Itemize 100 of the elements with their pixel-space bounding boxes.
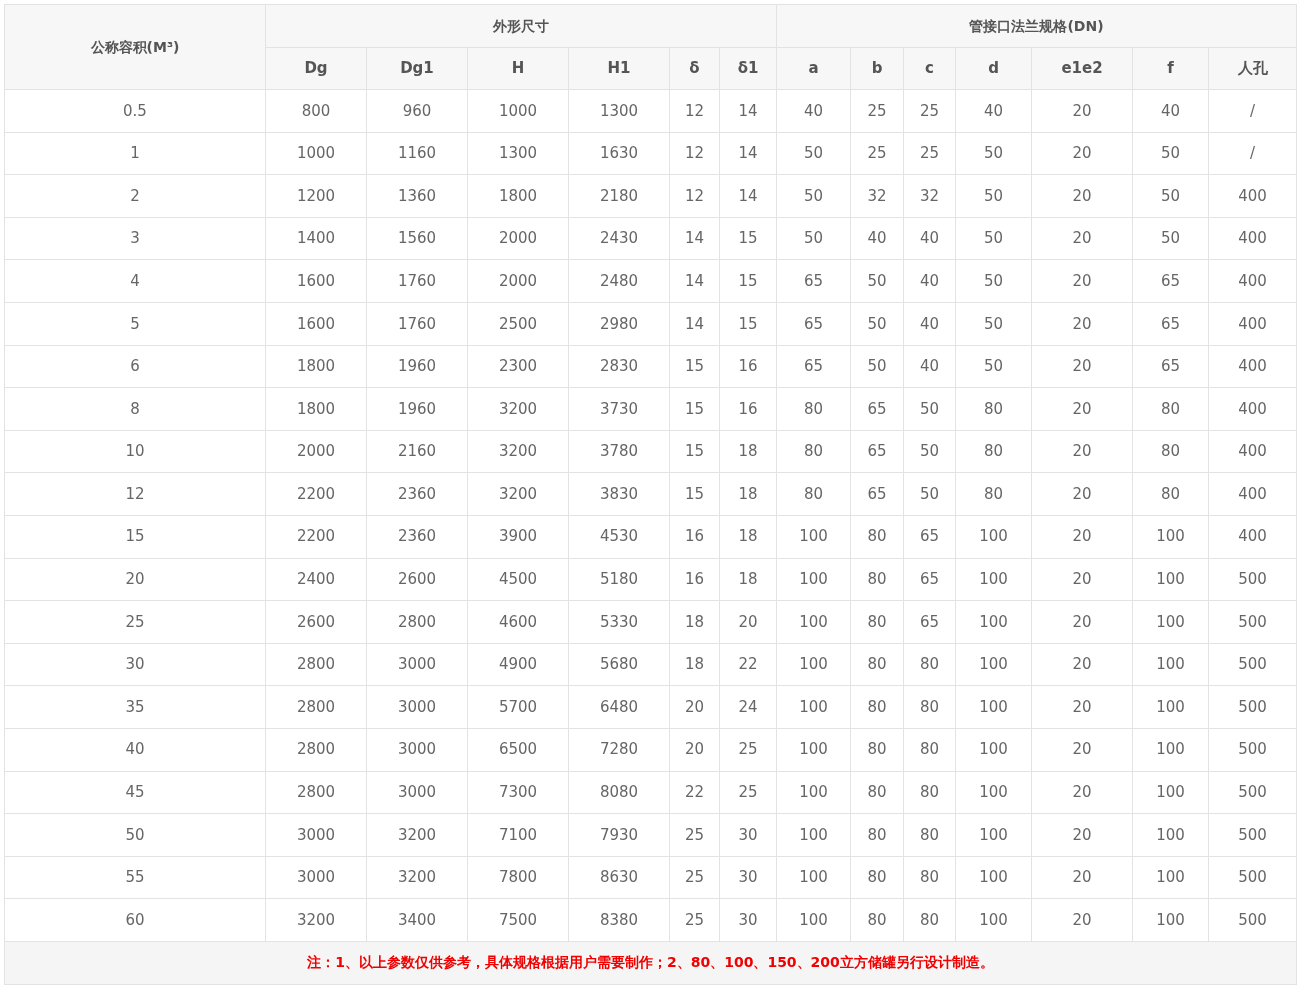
table-cell: 20 xyxy=(1031,813,1133,857)
table-cell: 1600 xyxy=(265,302,367,346)
table-cell: 7300 xyxy=(467,771,569,814)
table-cell: 1160 xyxy=(366,132,468,175)
table-cell: 500 xyxy=(1208,856,1297,899)
table-cell: 40 xyxy=(903,217,956,260)
table-cell: 100 xyxy=(1132,685,1209,729)
table-cell: 80 xyxy=(850,600,904,644)
table-cell: 25 xyxy=(903,132,956,175)
table-cell: 3200 xyxy=(467,472,569,516)
table-cell: 20 xyxy=(1031,600,1133,644)
table-cell: 15 xyxy=(669,472,720,516)
column-header: a xyxy=(776,47,851,90)
table-cell: 16 xyxy=(669,515,720,559)
table-cell: 3400 xyxy=(366,898,468,942)
table-cell: 2 xyxy=(4,174,266,218)
table-cell: 1000 xyxy=(467,89,569,133)
table-cell: 40 xyxy=(903,259,956,303)
table-cell: 3000 xyxy=(265,813,367,857)
table-cell: 7280 xyxy=(568,728,670,771)
table-cell: 4530 xyxy=(568,515,670,559)
table-cell: 14 xyxy=(669,302,720,346)
table-cell: 4500 xyxy=(467,558,569,601)
table-cell: 7100 xyxy=(467,813,569,857)
table-cell: 3830 xyxy=(568,472,670,516)
table-cell: 2180 xyxy=(568,174,670,218)
table-cell: 20 xyxy=(1031,89,1133,133)
table-cell: 15 xyxy=(4,515,266,559)
table-cell: 1760 xyxy=(366,259,468,303)
table-cell: 100 xyxy=(776,898,851,942)
table-cell: 32 xyxy=(850,174,904,218)
table-cell: 15 xyxy=(719,217,777,260)
table-cell: 100 xyxy=(1132,558,1209,601)
table-cell: 3000 xyxy=(366,685,468,729)
table-cell: 1300 xyxy=(568,89,670,133)
table-cell: 50 xyxy=(776,132,851,175)
table-cell: 2360 xyxy=(366,515,468,559)
table-cell: 65 xyxy=(850,387,904,431)
table-cell: 16 xyxy=(669,558,720,601)
table-cell: 1560 xyxy=(366,217,468,260)
table-cell: 5 xyxy=(4,302,266,346)
table-cell: 80 xyxy=(850,728,904,771)
table-cell: 100 xyxy=(1132,771,1209,814)
table-cell: 100 xyxy=(955,813,1032,857)
table-cell: 100 xyxy=(1132,856,1209,899)
table-cell: 20 xyxy=(1031,558,1133,601)
table-cell: 100 xyxy=(776,685,851,729)
column-header: e1e2 xyxy=(1031,47,1133,90)
table-cell: 30 xyxy=(719,856,777,899)
table-cell: 7930 xyxy=(568,813,670,857)
table-cell: 25 xyxy=(903,89,956,133)
table-cell: 6480 xyxy=(568,685,670,729)
table-cell: 18 xyxy=(719,430,777,473)
table-cell: 2800 xyxy=(265,728,367,771)
table-cell: 3000 xyxy=(366,771,468,814)
table-cell: 40 xyxy=(903,345,956,388)
table-cell: 100 xyxy=(955,515,1032,559)
table-cell: 20 xyxy=(1031,898,1133,942)
table-cell: 100 xyxy=(776,558,851,601)
table-cell: 3200 xyxy=(265,898,367,942)
table-cell: 400 xyxy=(1208,387,1297,431)
table-cell: 18 xyxy=(719,558,777,601)
table-cell: 500 xyxy=(1208,813,1297,857)
table-cell: 60 xyxy=(4,898,266,942)
table-cell: 400 xyxy=(1208,259,1297,303)
table-cell: 15 xyxy=(669,345,720,388)
table-cell: 50 xyxy=(955,174,1032,218)
table-cell: 18 xyxy=(669,643,720,686)
table-cell: / xyxy=(1208,89,1297,133)
table-cell: 5680 xyxy=(568,643,670,686)
table-cell: 20 xyxy=(4,558,266,601)
table-cell: 20 xyxy=(1031,856,1133,899)
table-cell: 2400 xyxy=(265,558,367,601)
table-cell: 25 xyxy=(669,813,720,857)
table-cell: 400 xyxy=(1208,472,1297,516)
table-cell: 65 xyxy=(776,345,851,388)
table-cell: 20 xyxy=(1031,771,1133,814)
table-cell: 2980 xyxy=(568,302,670,346)
table-cell: 1 xyxy=(4,132,266,175)
table-cell: 4 xyxy=(4,259,266,303)
table-cell: 65 xyxy=(903,515,956,559)
table-cell: 50 xyxy=(850,345,904,388)
table-cell: 40 xyxy=(955,89,1032,133)
table-cell: 100 xyxy=(955,558,1032,601)
table-cell: 500 xyxy=(1208,685,1297,729)
table-cell: 65 xyxy=(850,472,904,516)
table-cell: 1630 xyxy=(568,132,670,175)
table-cell: 2600 xyxy=(265,600,367,644)
table-cell: 1300 xyxy=(467,132,569,175)
table-cell: 45 xyxy=(4,771,266,814)
table-cell: 100 xyxy=(955,685,1032,729)
table-cell: 80 xyxy=(850,771,904,814)
table-cell: 80 xyxy=(850,813,904,857)
column-group-header: 管接口法兰规格(DN) xyxy=(776,4,1297,48)
table-cell: 50 xyxy=(955,345,1032,388)
table-cell: 30 xyxy=(4,643,266,686)
table-cell: 5330 xyxy=(568,600,670,644)
table-cell: 2200 xyxy=(265,515,367,559)
table-cell: 2200 xyxy=(265,472,367,516)
table-cell: 50 xyxy=(955,132,1032,175)
